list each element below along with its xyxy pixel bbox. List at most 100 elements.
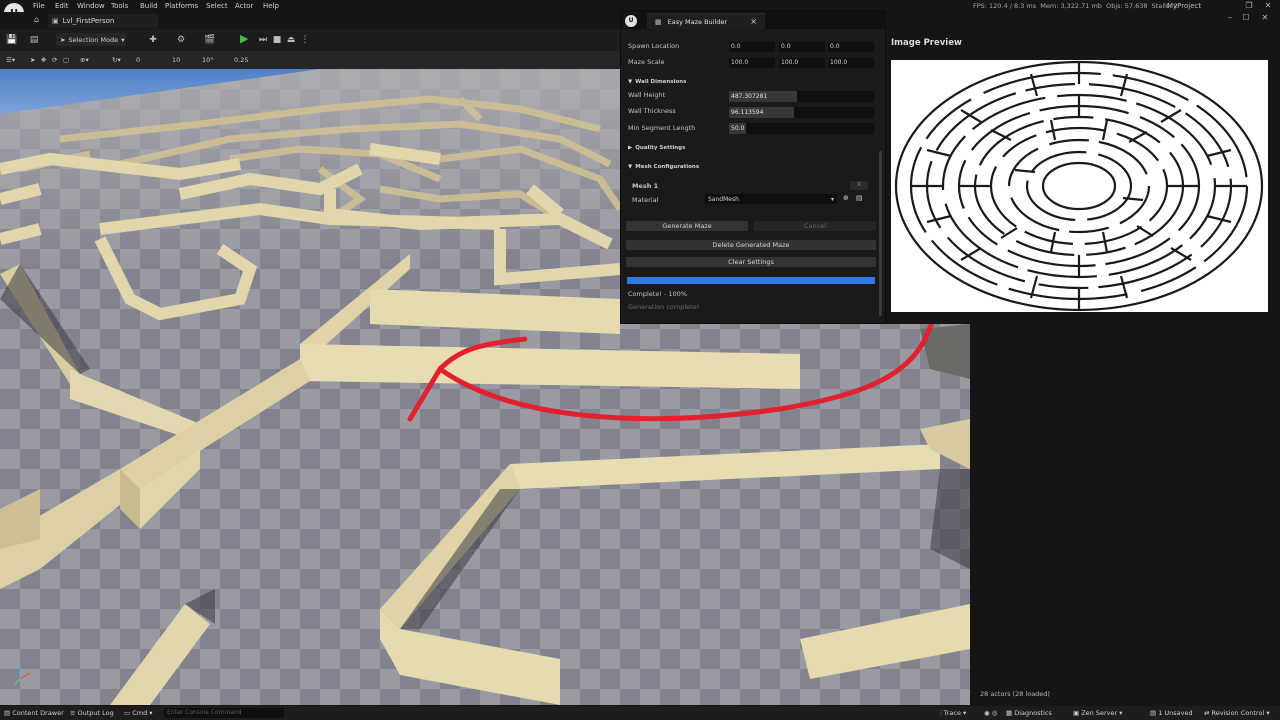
scale-tool-icon[interactable]: ▢ — [63, 54, 69, 66]
material-dropdown[interactable]: SandMesh ▾ — [705, 194, 837, 204]
wall-thickness-value: 96.113594 — [729, 107, 795, 118]
scale-z-field[interactable]: 100.0 — [828, 58, 874, 68]
close-icon[interactable]: ✕ — [1259, 13, 1271, 23]
eject-icon[interactable]: ⏏ — [284, 33, 298, 47]
wall-dimensions-section[interactable]: ▼ Wall Dimensions — [628, 79, 686, 85]
generate-maze-button[interactable]: Generate Maze — [626, 221, 748, 231]
zen-server-dropdown[interactable]: ▣ Zen Server ▾ — [1073, 709, 1123, 717]
revision-control-button[interactable]: ⇄ Revision Control ▾ — [1204, 709, 1270, 717]
save-icon[interactable]: 💾 — [5, 33, 19, 47]
maximize-icon[interactable]: ☐ — [1240, 13, 1252, 23]
chevron-down-icon: ▾ — [121, 35, 125, 44]
cinematics-icon[interactable]: 🎬 — [203, 33, 217, 47]
menu-build[interactable]: Build — [140, 2, 158, 10]
restore-small-icon[interactable]: ❐ — [1243, 1, 1255, 11]
blueprint-icon[interactable]: ⚙ — [174, 33, 188, 47]
play-icon[interactable]: ▶ — [240, 32, 248, 45]
spawn-x-field[interactable]: 0.0 — [729, 42, 775, 52]
mesh-1-label: Mesh 1 — [632, 182, 659, 190]
min-segment-value: 50.0 — [729, 123, 747, 134]
quality-settings-section[interactable]: ▶ Quality Settings — [628, 145, 685, 151]
maze-icon: ▦ — [655, 17, 662, 26]
menu-window[interactable]: Window — [77, 2, 105, 10]
more-options-icon[interactable]: ⋮ — [298, 33, 312, 47]
trace-dropdown[interactable]: ⫶ Trace ▾ — [940, 709, 966, 718]
record-icon[interactable]: ◉ ◎ — [984, 709, 997, 717]
diagnostics-label: Diagnostics — [1014, 709, 1052, 717]
spawn-y-field[interactable]: 0.0 — [779, 42, 825, 52]
step-icon[interactable]: ⏭ — [256, 33, 270, 47]
close-small-icon[interactable]: ✕ — [1262, 1, 1274, 11]
world-space-icon[interactable]: ⊕▾ — [80, 54, 89, 66]
cmd-label: Cmd — [132, 709, 148, 717]
menu-actor[interactable]: Actor — [235, 2, 253, 10]
delete-generated-maze-button[interactable]: Delete Generated Maze — [626, 240, 876, 250]
console-input[interactable]: Enter Console Command — [164, 708, 284, 718]
rotate-tool-icon[interactable]: ⟳ — [52, 54, 57, 66]
menu-select[interactable]: Select — [206, 2, 228, 10]
unsaved-button[interactable]: ▤ 1 Unsaved — [1150, 709, 1193, 717]
menu-edit[interactable]: Edit — [55, 2, 69, 10]
min-segment-slider[interactable]: 50.0 — [729, 123, 874, 134]
rotation-snap-value[interactable]: 0 — [136, 54, 140, 66]
home-icon[interactable]: ⌂ — [34, 15, 39, 24]
wall-height-value: 487.307281 — [729, 91, 798, 102]
stop-icon[interactable]: ■ — [270, 33, 284, 47]
minimize-icon[interactable]: – — [1224, 13, 1236, 23]
menu-tools[interactable]: Tools — [111, 2, 128, 10]
cmd-dropdown[interactable]: ▭ Cmd ▾ — [124, 709, 153, 717]
unsaved-icon: ▤ — [1150, 709, 1159, 717]
log-icon: ≡ — [70, 709, 78, 717]
builder-scrollbar[interactable] — [879, 151, 882, 316]
wall-thickness-slider[interactable]: 96.113594 — [729, 107, 874, 118]
translate-tool-icon[interactable]: ✥ — [41, 54, 46, 66]
use-selected-icon[interactable]: ⊕ — [843, 194, 849, 202]
selection-mode-dropdown[interactable]: ➤ Selection Mode ▾ — [56, 33, 126, 46]
scale-snap-value[interactable]: 0.25 — [234, 54, 248, 66]
select-tool-icon[interactable]: ➤ — [30, 54, 35, 66]
menu-platforms[interactable]: Platforms — [165, 2, 198, 10]
browse-folder-icon[interactable]: ▤ — [856, 194, 863, 202]
diagnostics-icon: ▦ — [1006, 709, 1015, 717]
builder-tab[interactable]: ▦ Easy Maze Builder × — [647, 13, 765, 29]
remove-mesh-button[interactable]: X — [850, 181, 868, 190]
progress-fill — [627, 277, 875, 284]
content-drawer-button[interactable]: ▤ Content Drawer — [4, 709, 64, 717]
maze-builder-window: U ▦ Easy Maze Builder × Spawn Location 0… — [620, 10, 887, 324]
cursor-icon: ➤ — [60, 35, 66, 44]
min-segment-label: Min Segment Length — [628, 124, 696, 132]
cancel-button[interactable]: Cancel — [754, 221, 876, 231]
chevron-down-icon: ▾ — [1117, 709, 1123, 717]
builder-close-icon[interactable]: × — [750, 17, 757, 26]
expand-right-icon: ▶ — [628, 145, 633, 151]
builder-title: Easy Maze Builder — [667, 17, 728, 26]
actor-count: 28 actors (28 loaded) — [980, 690, 1050, 698]
fps-stat: FPS: 120.4 — [973, 2, 1008, 10]
scale-x-field[interactable]: 100.0 — [729, 58, 775, 68]
clear-settings-button[interactable]: Clear Settings — [626, 257, 876, 267]
viewport-menu-icon[interactable]: ☰▾ — [6, 54, 15, 66]
wall-height-slider[interactable]: 487.307281 — [729, 91, 874, 102]
wall-height-label: Wall Height — [628, 91, 666, 99]
progress-bar — [627, 277, 875, 284]
mesh-configurations-label: Mesh Configurations — [635, 164, 700, 170]
level-tab-label: Lvl_FirstPerson — [62, 17, 115, 25]
diagnostics-button[interactable]: ▦ Diagnostics — [1006, 709, 1052, 717]
menu-file[interactable]: File — [33, 2, 45, 10]
browse-icon[interactable]: ▤ — [27, 33, 41, 47]
circular-maze-drawing — [894, 60, 1264, 312]
grid-snap-value[interactable]: 10 — [172, 54, 180, 66]
menu-help[interactable]: Help — [263, 2, 279, 10]
generation-status: Generation complete! — [628, 303, 700, 311]
snap-toggle-icon[interactable]: ↻▾ — [112, 54, 121, 66]
material-value: SandMesh — [708, 195, 739, 203]
mesh-configurations-section[interactable]: ▼ Mesh Configurations — [628, 164, 699, 170]
angle-snap-value[interactable]: 10° — [202, 54, 214, 66]
add-actor-icon[interactable]: ✚ — [146, 33, 160, 47]
scale-y-field[interactable]: 100.0 — [779, 58, 825, 68]
chevron-down-icon: ▾ — [830, 195, 834, 203]
output-log-button[interactable]: ≡ Output Log — [70, 709, 114, 717]
level-tab[interactable]: ▣ Lvl_FirstPerson — [48, 14, 158, 28]
revision-control-label: Revision Control — [1211, 709, 1265, 717]
spawn-z-field[interactable]: 0.0 — [828, 42, 874, 52]
